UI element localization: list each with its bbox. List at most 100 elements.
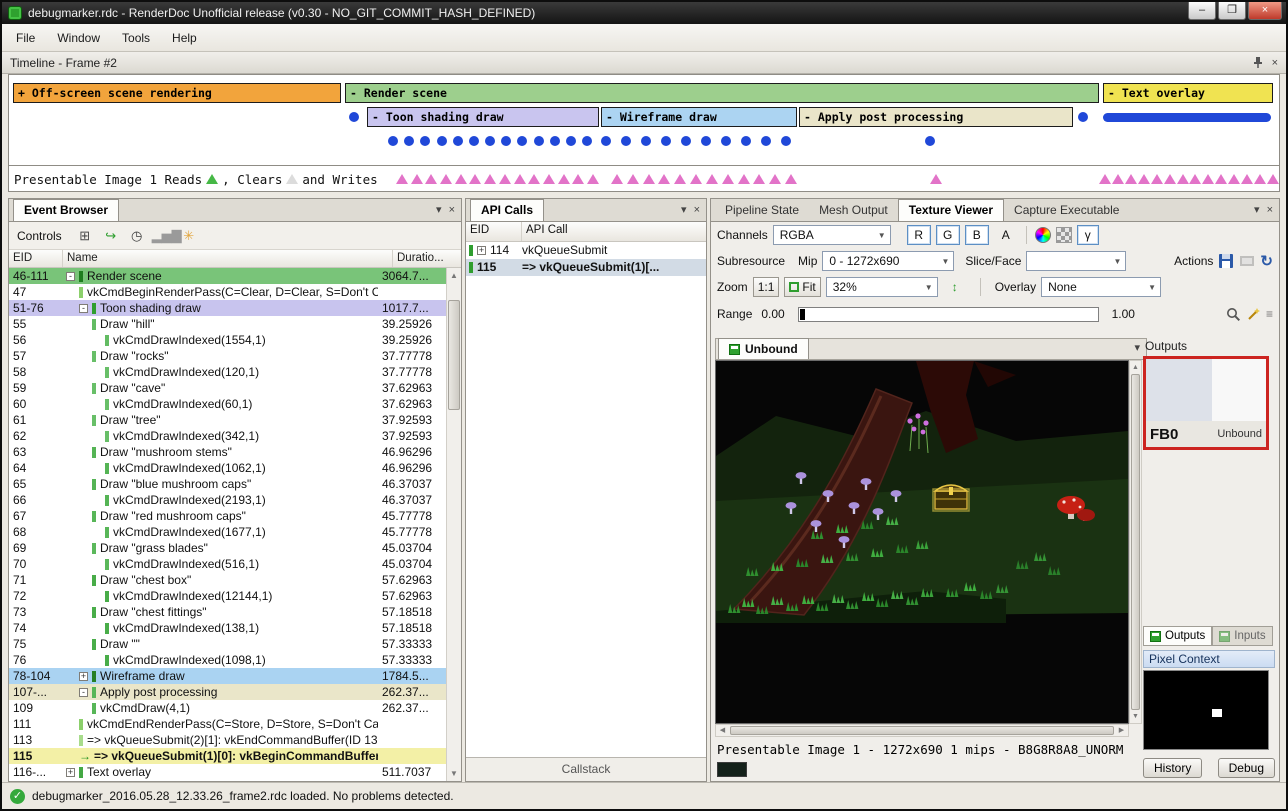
- scrollbar-thumb[interactable]: [730, 726, 1114, 735]
- write-marker-icon[interactable]: [1189, 174, 1201, 184]
- write-marker-icon[interactable]: [930, 174, 942, 184]
- callstack-section[interactable]: Callstack: [466, 757, 706, 781]
- scroll-down-icon[interactable]: ▼: [447, 766, 461, 781]
- tab-outputs[interactable]: Outputs: [1143, 626, 1212, 646]
- drawcall-range-pill[interactable]: [1103, 113, 1271, 122]
- event-row[interactable]: 72vkCmdDrawIndexed(12144,1)57.62963: [9, 588, 446, 604]
- event-row[interactable]: 64vkCmdDrawIndexed(1062,1)46.96296: [9, 460, 446, 476]
- write-marker-icon[interactable]: [674, 174, 686, 184]
- write-marker-icon[interactable]: [1151, 174, 1163, 184]
- green-channel-toggle[interactable]: G: [936, 225, 960, 245]
- panel-close-icon[interactable]: ×: [694, 203, 700, 217]
- scroll-left-icon[interactable]: ◀: [716, 725, 729, 736]
- menu-tools[interactable]: Tools: [112, 27, 160, 49]
- drawcall-dot[interactable]: [681, 136, 691, 146]
- red-channel-toggle[interactable]: R: [907, 225, 931, 245]
- event-row[interactable]: 57Draw "rocks"37.77778: [9, 348, 446, 364]
- tab-mesh-output[interactable]: Mesh Output: [809, 200, 898, 221]
- event-row[interactable]: 51-76-Toon shading draw1017.7...: [9, 300, 446, 316]
- write-marker-icon[interactable]: [514, 174, 526, 184]
- timeline-close-icon[interactable]: ×: [1272, 56, 1278, 70]
- tab-unbound-texture[interactable]: Unbound: [718, 338, 809, 359]
- api-call-row[interactable]: +114vkQueueSubmit: [466, 242, 706, 259]
- drawcall-dot[interactable]: [420, 136, 430, 146]
- write-marker-icon[interactable]: [738, 174, 750, 184]
- minimize-button[interactable]: –: [1188, 2, 1216, 20]
- write-marker-icon[interactable]: [1267, 174, 1279, 184]
- event-row[interactable]: 60vkCmdDrawIndexed(60,1)37.62963: [9, 396, 446, 412]
- drawcall-dot[interactable]: [566, 136, 576, 146]
- column-name[interactable]: Name: [63, 250, 393, 267]
- pixel-context-canvas[interactable]: [1143, 670, 1269, 750]
- event-row[interactable]: 76vkCmdDrawIndexed(1098,1)57.33333: [9, 652, 446, 668]
- column-api-call[interactable]: API Call: [522, 222, 706, 241]
- bookmark-icon[interactable]: ✳: [178, 226, 200, 246]
- column-duration[interactable]: Duratio...: [393, 250, 461, 267]
- scrollbar-thumb[interactable]: [1131, 374, 1140, 710]
- drawcall-dot[interactable]: [741, 136, 751, 146]
- drawcall-dot[interactable]: [1078, 112, 1088, 122]
- alpha-channel-toggle[interactable]: A: [994, 225, 1018, 245]
- zoom-range-icon[interactable]: [1226, 307, 1241, 322]
- drawcall-dot[interactable]: [534, 136, 544, 146]
- toolbar-overflow-icon[interactable]: ≡: [1266, 307, 1273, 321]
- write-marker-icon[interactable]: [440, 174, 452, 184]
- panel-menu-icon[interactable]: ▾: [436, 203, 442, 217]
- write-marker-icon[interactable]: [643, 174, 655, 184]
- event-row[interactable]: 78-104+Wireframe draw1784.5...: [9, 668, 446, 684]
- drawcall-dot[interactable]: [641, 136, 651, 146]
- drawcall-dot[interactable]: [349, 112, 359, 122]
- drawcall-dot[interactable]: [437, 136, 447, 146]
- timeline-marker-block[interactable]: + Off-screen scene rendering: [13, 83, 341, 103]
- write-marker-icon[interactable]: [1138, 174, 1150, 184]
- event-row[interactable]: 46-111-Render scene3064.7...: [9, 268, 446, 284]
- event-row[interactable]: 107-...-Apply post processing262.37...: [9, 684, 446, 700]
- zoom-percent-select[interactable]: 32%▼: [826, 277, 938, 297]
- event-row[interactable]: 65Draw "blue mushroom caps"46.37037: [9, 476, 446, 492]
- timeline-marker-block[interactable]: - Text overlay: [1103, 83, 1273, 103]
- drawcall-dot[interactable]: [621, 136, 631, 146]
- write-marker-icon[interactable]: [1228, 174, 1240, 184]
- refresh-icon[interactable]: ↻: [1260, 252, 1273, 270]
- scroll-up-icon[interactable]: ▲: [1130, 361, 1141, 374]
- write-marker-icon[interactable]: [543, 174, 555, 184]
- event-row[interactable]: 58vkCmdDrawIndexed(120,1)37.77778: [9, 364, 446, 380]
- custom-shader-icon[interactable]: [1035, 227, 1051, 243]
- texture-tab-menu-icon[interactable]: ▾: [1134, 341, 1140, 355]
- write-marker-icon[interactable]: [587, 174, 599, 184]
- event-row[interactable]: 75Draw ""57.33333: [9, 636, 446, 652]
- write-marker-icon[interactable]: [1099, 174, 1111, 184]
- mip-select[interactable]: 0 - 1272x690▼: [822, 251, 954, 271]
- write-marker-icon[interactable]: [572, 174, 584, 184]
- collapse-icon[interactable]: -: [79, 688, 88, 697]
- channels-select[interactable]: RGBA▼: [773, 225, 891, 245]
- write-marker-icon[interactable]: [627, 174, 639, 184]
- statistics-icon[interactable]: ▂▅▇: [152, 226, 174, 246]
- drawcall-dot[interactable]: [781, 136, 791, 146]
- write-marker-icon[interactable]: [1241, 174, 1253, 184]
- write-marker-icon[interactable]: [425, 174, 437, 184]
- event-row[interactable]: 73Draw "chest fittings"57.18518: [9, 604, 446, 620]
- debug-button[interactable]: Debug: [1218, 758, 1275, 778]
- event-row[interactable]: 56vkCmdDrawIndexed(1554,1)39.25926: [9, 332, 446, 348]
- event-row[interactable]: 115→=> vkQueueSubmit(1)[0]: vkBeginComma…: [9, 748, 446, 764]
- event-row[interactable]: 47vkCmdBeginRenderPass(C=Clear, D=Clear,…: [9, 284, 446, 300]
- panel-menu-icon[interactable]: ▾: [681, 203, 687, 217]
- close-button[interactable]: ×: [1248, 2, 1282, 20]
- write-marker-icon[interactable]: [469, 174, 481, 184]
- event-row[interactable]: 69Draw "grass blades"45.03704: [9, 540, 446, 556]
- expand-icon[interactable]: +: [66, 768, 75, 777]
- write-marker-icon[interactable]: [1164, 174, 1176, 184]
- scroll-up-icon[interactable]: ▲: [447, 268, 461, 283]
- tab-capture-executable[interactable]: Capture Executable: [1004, 200, 1129, 221]
- event-row[interactable]: 68vkCmdDrawIndexed(1677,1)45.77778: [9, 524, 446, 540]
- menu-window[interactable]: Window: [47, 27, 110, 49]
- event-row[interactable]: 116-...+Text overlay511.7037: [9, 764, 446, 780]
- timeline-canvas[interactable]: + Off-screen scene rendering- Render sce…: [9, 75, 1279, 165]
- collapse-icon[interactable]: -: [66, 272, 75, 281]
- event-row[interactable]: 67Draw "red mushroom caps"45.77778: [9, 508, 446, 524]
- event-row[interactable]: 70vkCmdDrawIndexed(516,1)45.03704: [9, 556, 446, 572]
- write-marker-icon[interactable]: [455, 174, 467, 184]
- drawcall-dot[interactable]: [388, 136, 398, 146]
- drawcall-dot[interactable]: [701, 136, 711, 146]
